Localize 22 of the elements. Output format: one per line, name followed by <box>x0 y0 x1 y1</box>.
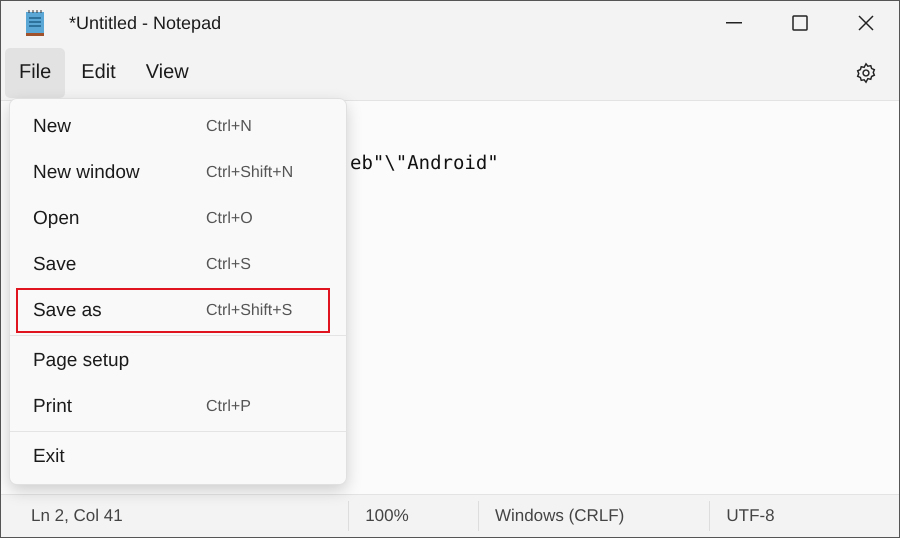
window-title: *Untitled - Notepad <box>69 12 222 34</box>
menu-item[interactable]: New window Ctrl+Shift+N <box>16 150 330 195</box>
menu-item[interactable]: Print Ctrl+P <box>16 384 330 429</box>
menu-item[interactable]: Exit <box>16 434 330 479</box>
settings-icon <box>855 62 877 84</box>
menu-tab[interactable]: Edit <box>67 48 130 98</box>
menu-item[interactable]: Save as Ctrl+Shift+S <box>16 288 330 333</box>
status-text: UTF-8 <box>709 501 899 531</box>
maximize-icon <box>792 15 808 31</box>
close-icon <box>858 15 874 31</box>
menu-tab[interactable]: File <box>5 48 66 98</box>
text-line: eb"\"Android" <box>350 151 500 176</box>
status-text: Windows (CRLF) <box>478 501 710 531</box>
menu-tab[interactable]: View <box>132 48 203 98</box>
status-text: 100% <box>348 501 478 531</box>
minimize-icon <box>726 22 742 24</box>
menu-item[interactable]: Page setup <box>16 338 330 383</box>
menu-item[interactable]: Save Ctrl+S <box>16 242 330 287</box>
status-text: Ln 2, Col 41 <box>30 505 124 527</box>
menu-item[interactable]: New Ctrl+N <box>16 104 330 149</box>
notepad-icon <box>25 10 45 36</box>
menu-item[interactable]: Open Ctrl+O <box>16 196 330 241</box>
